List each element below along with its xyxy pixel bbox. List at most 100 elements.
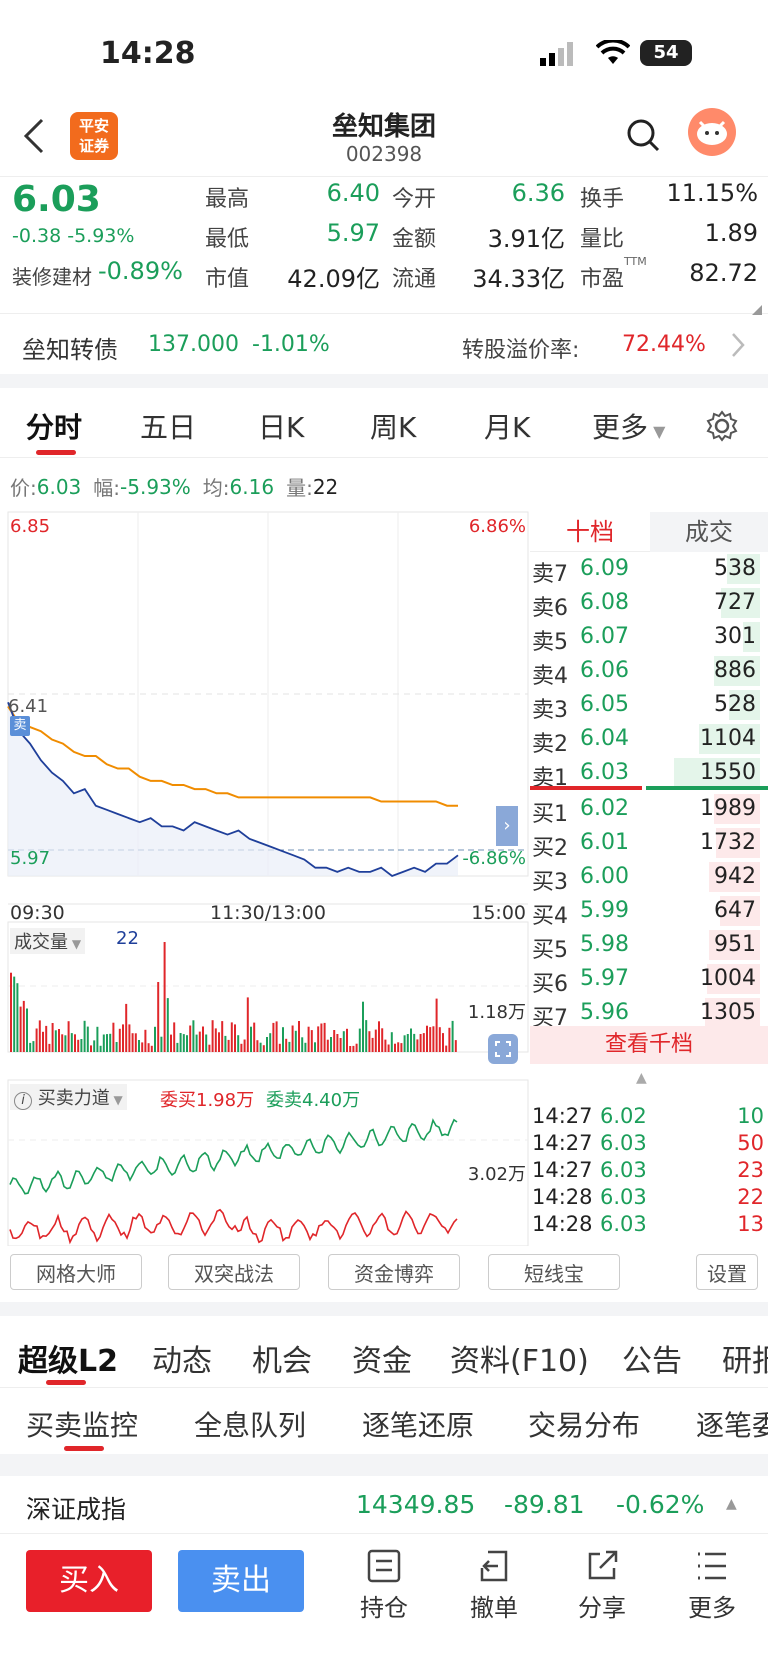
section-divider xyxy=(0,1454,768,1476)
volume-bar xyxy=(384,1039,387,1052)
menu-icon xyxy=(698,1552,726,1580)
short-term-button[interactable]: 短线宝 xyxy=(488,1254,620,1290)
bid-row[interactable]: 买1 6.02 1989 xyxy=(530,792,768,827)
volume-bar xyxy=(157,982,160,1052)
tab-intraday[interactable]: 分时 xyxy=(26,406,82,446)
sell-marker[interactable]: 卖 xyxy=(10,716,30,736)
tab-super-l2[interactable]: 超级L2 xyxy=(18,1336,118,1380)
settings-button[interactable]: 设置 xyxy=(696,1254,758,1290)
level-volume: 301 xyxy=(714,624,756,649)
volume-bar xyxy=(35,1028,38,1052)
tab-tick-orders[interactable]: 逐笔委托 xyxy=(696,1404,768,1444)
tab-ten-levels[interactable]: 十档 xyxy=(530,512,650,552)
level-price: 6.02 xyxy=(580,796,629,821)
tick-time: 14:28 xyxy=(532,1185,593,1209)
share-button[interactable]: 分享 xyxy=(562,1548,642,1623)
volume-bar xyxy=(288,1041,291,1052)
tab-trade-distribution[interactable]: 交易分布 xyxy=(528,1404,640,1444)
level-price: 6.01 xyxy=(580,830,629,855)
share-icon xyxy=(588,1550,618,1580)
buy-button[interactable]: 买入 xyxy=(26,1550,152,1612)
volume-bar xyxy=(150,1045,153,1052)
volume-bar xyxy=(45,1025,48,1052)
volume-bars xyxy=(10,942,457,1052)
tab-trades[interactable]: 成交 xyxy=(650,512,768,552)
volume-bar xyxy=(118,1028,121,1052)
cancel-order-label: 撤单 xyxy=(470,1594,518,1622)
search-icon[interactable] xyxy=(626,118,660,156)
bid-row[interactable]: 买2 6.01 1732 xyxy=(530,826,768,861)
volume-bar xyxy=(32,1041,35,1052)
intraday-chart[interactable]: 6.85 6.86% 6.41 5.97 -6.86% 卖 › 09:30 11… xyxy=(0,510,530,1247)
premium-label: 转股溢价率: xyxy=(462,338,580,363)
tab-more-label: 更多 xyxy=(592,411,649,444)
volume-bar xyxy=(230,1022,233,1052)
ask-row[interactable]: 卖4 6.06 886 xyxy=(530,654,768,689)
ask-row[interactable]: 卖3 6.05 528 xyxy=(530,688,768,723)
tab-news[interactable]: 动态 xyxy=(152,1336,212,1380)
sell-button[interactable]: 卖出 xyxy=(178,1550,304,1612)
ask-bid-divider-green xyxy=(646,786,768,790)
tab-order-monitor[interactable]: 买卖监控 xyxy=(26,1404,138,1444)
tab-f10[interactable]: 资料(F10) xyxy=(450,1336,589,1380)
tab-day-k[interactable]: 日K xyxy=(258,406,304,446)
bid-row[interactable]: 买3 6.00 942 xyxy=(530,860,768,895)
force-sell-value: 委卖4.40万 xyxy=(266,1090,361,1111)
level-volume: 727 xyxy=(714,590,756,615)
tick-time: 14:27 xyxy=(532,1104,593,1128)
view-full-depth-button[interactable]: 查看千档 xyxy=(530,1026,768,1064)
bond-price: 137.000 xyxy=(148,332,239,357)
ask-row[interactable]: 卖1 6.03 1550 xyxy=(530,756,768,791)
volume-bar xyxy=(13,976,16,1052)
index-ticker[interactable]: 深证成指 14349.85 -89.81 -0.62% ▲ xyxy=(0,1476,768,1534)
cancel-order-button[interactable]: 撤单 xyxy=(454,1548,534,1623)
force-indicator-select[interactable]: i 买卖力道 ▼ xyxy=(10,1084,127,1110)
fullscreen-icon[interactable] xyxy=(488,1034,518,1064)
tick-price: 6.03 xyxy=(600,1212,647,1236)
volume-bar xyxy=(106,1034,108,1052)
stat-label: 金额 xyxy=(392,227,437,252)
avg-price-line xyxy=(7,705,458,807)
tab-announcement[interactable]: 公告 xyxy=(622,1336,682,1380)
volume-indicator-select[interactable]: 成交量 ▼ xyxy=(10,928,86,954)
tab-week-k[interactable]: 周K xyxy=(370,406,416,446)
bid-row[interactable]: 买6 5.97 1004 xyxy=(530,962,768,997)
tab-funds[interactable]: 资金 xyxy=(352,1336,412,1380)
ask-row[interactable]: 卖7 6.09 538 xyxy=(530,552,768,587)
stat-label: 今开 xyxy=(392,187,437,212)
positions-button[interactable]: 持仓 xyxy=(344,1548,424,1623)
caret-up-icon[interactable]: ▲ xyxy=(636,1070,647,1086)
ask-row[interactable]: 卖5 6.07 301 xyxy=(530,620,768,655)
tab-full-queue[interactable]: 全息队列 xyxy=(194,1404,306,1444)
level-label: 买4 xyxy=(532,904,568,929)
double-breakout-button[interactable]: 双突战法 xyxy=(168,1254,300,1290)
bid-row[interactable]: 买4 5.99 647 xyxy=(530,894,768,929)
volume-bar xyxy=(246,997,249,1052)
level-label: 卖4 xyxy=(532,664,568,689)
volume-bar xyxy=(278,1043,281,1052)
capital-game-button[interactable]: 资金博弈 xyxy=(328,1254,460,1290)
expand-chart-arrow-icon[interactable]: › xyxy=(496,806,518,846)
index-value: 14349.85 xyxy=(356,1490,476,1519)
volume-bar xyxy=(304,1042,307,1052)
settings-gear-icon[interactable] xyxy=(706,410,738,446)
ask-row[interactable]: 卖2 6.04 1104 xyxy=(530,722,768,757)
tab-opportunity[interactable]: 机会 xyxy=(252,1336,312,1380)
ask-row[interactable]: 卖6 6.08 727 xyxy=(530,586,768,621)
tab-five-day[interactable]: 五日 xyxy=(140,406,196,446)
more-button[interactable]: 更多 xyxy=(672,1548,752,1623)
convertible-bond-row[interactable]: 垒知转债 137.000 -1.01% 转股溢价率: 72.44% xyxy=(0,314,768,374)
bid-row[interactable]: 买5 5.98 951 xyxy=(530,928,768,963)
premium-value: 72.44% xyxy=(622,332,706,357)
tab-tick-restore[interactable]: 逐笔还原 xyxy=(362,1404,474,1444)
tab-more[interactable]: 更多 ▼ xyxy=(592,406,665,446)
force-buy-value: 委买1.98万 xyxy=(160,1090,255,1111)
bid-row[interactable]: 买7 5.96 1305 xyxy=(530,996,768,1031)
grid-master-button[interactable]: 网格大师 xyxy=(10,1254,142,1290)
tab-research[interactable]: 研报 xyxy=(722,1336,768,1380)
avatar[interactable] xyxy=(688,108,736,156)
sector-name[interactable]: 装修建材 xyxy=(12,261,92,290)
section-divider xyxy=(0,374,768,388)
tool-buttons: 网格大师 双突战法 资金博弈 短线宝 设置 xyxy=(0,1246,768,1302)
tab-month-k[interactable]: 月K xyxy=(484,406,530,446)
